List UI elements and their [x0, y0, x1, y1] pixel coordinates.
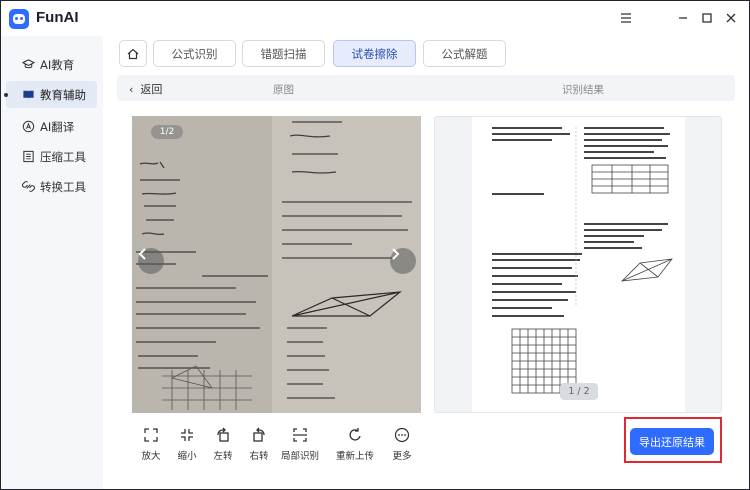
- original-page-indicator: 1/2: [151, 125, 183, 139]
- original-image: 1/2: [132, 116, 421, 413]
- sidebar-item-compress-tools[interactable]: 压缩工具: [6, 143, 97, 170]
- sidebar-item-education-assist[interactable]: 教育辅助: [4, 81, 97, 108]
- toolbar-label: 放大: [141, 451, 161, 462]
- reupload-icon: [349, 428, 361, 441]
- reupload-button[interactable]: 重新上传: [333, 427, 377, 463]
- minimize-icon[interactable]: [676, 11, 690, 25]
- zoom-out-icon: [181, 429, 193, 441]
- title-bar: FunAI: [1, 1, 749, 36]
- sidebar-item-convert-tools[interactable]: 转换工具: [6, 173, 97, 200]
- prev-image-button[interactable]: [138, 248, 164, 274]
- partial-recognize-button[interactable]: 局部识别: [278, 427, 322, 463]
- sidebar-item-label: 教育辅助: [40, 87, 86, 102]
- book-icon: [23, 90, 34, 99]
- subheader-bar: ‹ 返回 原图 识别结果: [117, 75, 735, 101]
- toolbar-label: 重新上传: [335, 451, 374, 462]
- translate-icon: [22, 120, 35, 133]
- tab-mistake-scan[interactable]: 错题扫描: [242, 40, 325, 67]
- chevron-left-icon: [138, 248, 146, 260]
- close-icon[interactable]: [724, 11, 738, 25]
- chevron-right-icon: [392, 248, 400, 260]
- toolbar-label: 局部识别: [280, 451, 319, 462]
- sidebar-item-label: AI翻译: [40, 119, 75, 134]
- tab-formula-solve[interactable]: 公式解题: [423, 40, 506, 67]
- sidebar-item-ai-education[interactable]: AI教育: [6, 51, 97, 78]
- home-button[interactable]: [119, 40, 147, 67]
- result-page-indicator: 1 / 2: [560, 383, 598, 400]
- rotate-left-icon: [217, 427, 229, 442]
- partial-recognize-icon: [293, 428, 307, 442]
- back-label: 返回: [140, 83, 163, 96]
- export-result-button[interactable]: 导出还原结果: [630, 428, 714, 455]
- toolbar-label: 更多: [392, 451, 412, 462]
- app-title: FunAI: [36, 9, 79, 26]
- menu-icon[interactable]: [619, 11, 633, 25]
- result-column-label: 识别结果: [562, 84, 604, 96]
- toolbar-label: 缩小: [177, 451, 197, 462]
- exam-photo: [132, 116, 421, 413]
- original-column-label: 原图: [273, 84, 294, 96]
- rotate-right-button[interactable]: 右转: [237, 427, 281, 463]
- tab-paper-erase[interactable]: 试卷擦除: [333, 40, 416, 67]
- zoom-in-icon: [144, 428, 158, 442]
- app-logo-icon: [9, 9, 29, 29]
- toolbar-label: 左转: [213, 451, 233, 462]
- active-indicator: [4, 93, 8, 97]
- back-button[interactable]: ‹ 返回: [129, 81, 162, 97]
- convert-icon: [22, 181, 35, 192]
- next-image-button[interactable]: [390, 248, 416, 274]
- sidebar-item-ai-translate[interactable]: AI翻译: [6, 113, 97, 140]
- sidebar-item-label: 压缩工具: [40, 149, 86, 164]
- sidebar-item-label: 转换工具: [40, 179, 86, 194]
- more-icon: [394, 427, 410, 443]
- graduation-cap-icon: [22, 59, 35, 69]
- home-icon: [127, 48, 139, 59]
- tab-formula-recognition[interactable]: 公式识别: [153, 40, 236, 67]
- toolbar-label: 右转: [249, 451, 269, 462]
- sidebar-item-label: AI教育: [40, 57, 75, 72]
- main-content: 公式识别 错题扫描 试卷擦除 公式解题 ‹ 返回 原图 识别结果 1/2 1 /…: [103, 36, 749, 489]
- app-window: FunAI AI教育 教育辅助 AI翻译 压缩工具 转换工具 公式识别 错题扫描…: [0, 0, 750, 490]
- result-panel: 1 / 2: [434, 116, 722, 413]
- rotate-right-icon: [253, 427, 265, 442]
- chevron-left-icon: ‹: [129, 82, 134, 96]
- more-button[interactable]: 更多: [380, 427, 424, 463]
- erased-paper-image: [492, 127, 673, 394]
- compress-icon: [23, 150, 34, 163]
- sidebar: AI教育 教育辅助 AI翻译 压缩工具 转换工具: [1, 36, 103, 489]
- maximize-icon[interactable]: [700, 11, 714, 25]
- erased-paper-preview: [472, 117, 685, 412]
